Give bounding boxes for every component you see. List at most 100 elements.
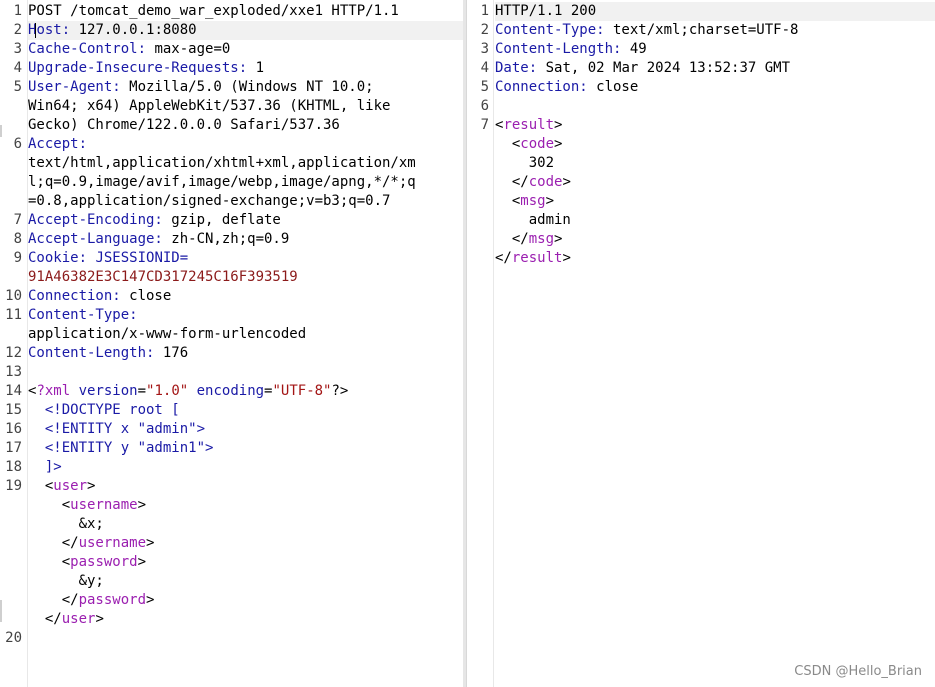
code-token: application/x-www-form-urlencoded xyxy=(28,326,307,342)
code-token: "1.0" xyxy=(146,383,189,399)
line-content[interactable]: Content-Type: text/xml;charset=UTF-8 xyxy=(492,21,935,40)
line-row: <!ENTITY x "admin"> xyxy=(28,420,463,439)
line-row: </user> xyxy=(28,610,463,629)
code-line[interactable]: 16 <!ENTITY x "admin"> xyxy=(0,420,463,439)
code-line[interactable]: 1 POST /tomcat_demo_war_exploded/xxe1 HTT… xyxy=(0,2,463,21)
line-number: 14 xyxy=(5,383,22,399)
line-row xyxy=(28,363,463,382)
line-content[interactable]: User-Agent: Mozilla/5.0 (Windows NT 10.0… xyxy=(25,78,463,135)
code-line[interactable]: 12 Content-Length: 176 xyxy=(0,344,463,363)
line-row: ]> xyxy=(28,458,463,477)
line-content[interactable]: Cache-Control: max-age=0 xyxy=(25,40,463,59)
code-token: </ xyxy=(495,174,529,190)
code-line[interactable]: 2 Host: 127.0.0.1:8080 xyxy=(0,21,463,40)
code-token: msg xyxy=(528,231,555,247)
code-line[interactable]: 9 Cookie: JSESSIONID= 91A46382E3C147CD3172… xyxy=(0,249,463,287)
line-content[interactable]: Upgrade-Insecure-Requests: 1 xyxy=(25,59,463,78)
line-content[interactable]: POST /tomcat_demo_war_exploded/xxe1 HTTP… xyxy=(25,2,463,21)
line-content[interactable]: Connection: close xyxy=(492,78,935,97)
code-token: zh-CN,zh;q=0.9 xyxy=(162,231,290,247)
code-token: ost: xyxy=(36,22,71,38)
line-row: <user> xyxy=(28,477,463,496)
line-content[interactable]: ]> xyxy=(25,458,463,477)
line-content[interactable]: <user> <username> &x; </username> <passw… xyxy=(25,477,463,629)
line-row: Accept-Language: zh-CN,zh;q=0.9 xyxy=(28,230,463,249)
line-content[interactable]: Accept-Encoding: gzip, deflate xyxy=(25,211,463,230)
code-line[interactable]: 8 Accept-Language: zh-CN,zh;q=0.9 xyxy=(0,230,463,249)
line-number: 6 xyxy=(13,136,22,152)
line-content[interactable]: Accept: text/html,application/xhtml+xml,a… xyxy=(25,135,463,211)
code-line[interactable]: 18 ]> xyxy=(0,458,463,477)
line-row: =0.8,application/signed-exchange;v=b3;q=… xyxy=(28,192,463,211)
line-number: 7 xyxy=(13,212,22,228)
code-line[interactable]: 4 Upgrade-Insecure-Requests: 1 xyxy=(0,59,463,78)
code-token: close xyxy=(120,288,172,304)
code-token: l;q=0.9,image/avif,image/webp,image/apng… xyxy=(28,174,416,190)
code-line[interactable]: 13 xyxy=(0,363,463,382)
code-line[interactable]: 11 Content-Type: application/x-www-form-ur… xyxy=(0,306,463,344)
code-token: > xyxy=(562,174,571,190)
code-line[interactable]: 17 <!ENTITY y "admin1"> xyxy=(0,439,463,458)
line-content[interactable]: Date: Sat, 02 Mar 2024 13:52:37 GMT xyxy=(492,59,935,78)
line-content[interactable] xyxy=(25,629,463,648)
line-content[interactable]: HTTP/1.1 200 xyxy=(492,2,935,21)
line-content[interactable]: <!ENTITY y "admin1"> xyxy=(25,439,463,458)
request-editor[interactable]: 1 POST /tomcat_demo_war_exploded/xxe1 HTT… xyxy=(0,0,463,687)
code-token: username xyxy=(78,535,147,551)
line-content[interactable]: Accept-Language: zh-CN,zh;q=0.9 xyxy=(25,230,463,249)
code-token: code xyxy=(528,174,563,190)
response-code-lines[interactable]: 1 HTTP/1.1 200 2 Content-Type: text/xml;cha… xyxy=(467,2,935,268)
line-content[interactable]: <?xml version="1.0" encoding="UTF-8"?> xyxy=(25,382,463,401)
line-row: <code> xyxy=(495,135,935,154)
line-content[interactable]: <result> <code> 302 </code> <msg> admin … xyxy=(492,116,935,268)
line-row: admin xyxy=(495,211,935,230)
line-content[interactable]: Content-Length: 49 xyxy=(492,40,935,59)
code-line[interactable]: 5 Connection: close xyxy=(467,78,935,97)
line-content[interactable]: <!DOCTYPE root [ xyxy=(25,401,463,420)
code-line[interactable]: 14 <?xml version="1.0" encoding="UTF-8"?> xyxy=(0,382,463,401)
line-content[interactable] xyxy=(25,363,463,382)
code-token: ]> xyxy=(28,459,62,475)
code-line[interactable]: 7 <result> <code> 302 </code> <msg> admin… xyxy=(467,116,935,268)
code-line[interactable]: 7 Accept-Encoding: gzip, deflate xyxy=(0,211,463,230)
line-row: Host: 127.0.0.1:8080 xyxy=(28,21,463,40)
line-content[interactable]: Cookie: JSESSIONID= 91A46382E3C147CD31724… xyxy=(25,249,463,287)
line-content[interactable] xyxy=(492,97,935,116)
line-content[interactable]: Connection: close xyxy=(25,287,463,306)
code-line[interactable]: 6 Accept: text/html,application/xhtml+xml,… xyxy=(0,135,463,211)
code-token: > xyxy=(554,136,563,152)
line-number: 4 xyxy=(13,60,22,76)
line-number: 13 xyxy=(5,364,22,380)
code-token: "UTF-8" xyxy=(272,383,332,399)
code-line[interactable]: 10 Connection: close xyxy=(0,287,463,306)
code-token: ?> xyxy=(331,383,349,399)
code-line[interactable]: 15 <!DOCTYPE root [ xyxy=(0,401,463,420)
line-row: <password> xyxy=(28,553,463,572)
code-token: password xyxy=(70,554,138,570)
line-number: 15 xyxy=(5,402,22,418)
code-line[interactable]: 19 <user> <username> &x; </username> <pa… xyxy=(0,477,463,629)
line-content[interactable]: Content-Type: application/x-www-form-urle… xyxy=(25,306,463,344)
code-line[interactable]: 5 User-Agent: Mozilla/5.0 (Windows NT 10.… xyxy=(0,78,463,135)
line-content[interactable]: Host: 127.0.0.1:8080 xyxy=(25,21,463,40)
line-number: 5 xyxy=(13,79,22,95)
line-number: 18 xyxy=(5,459,22,475)
line-content[interactable]: <!ENTITY x "admin"> xyxy=(25,420,463,439)
code-token: msg xyxy=(520,193,546,209)
code-line[interactable]: 6 xyxy=(467,97,935,116)
code-line[interactable]: 20 xyxy=(0,629,463,648)
request-code-lines[interactable]: 1 POST /tomcat_demo_war_exploded/xxe1 HTT… xyxy=(0,2,463,648)
code-line[interactable]: 2 Content-Type: text/xml;charset=UTF-8 xyxy=(467,21,935,40)
code-token: > xyxy=(554,231,563,247)
code-line[interactable]: 3 Cache-Control: max-age=0 xyxy=(0,40,463,59)
response-viewer[interactable]: 1 HTTP/1.1 200 2 Content-Type: text/xml;cha… xyxy=(466,0,935,687)
code-token: Sat, 02 Mar 2024 13:52:37 GMT xyxy=(537,60,791,76)
code-token: username xyxy=(70,497,138,513)
code-token: &x; xyxy=(28,516,104,532)
code-line[interactable]: 4 Date: Sat, 02 Mar 2024 13:52:37 GMT xyxy=(467,59,935,78)
line-content[interactable]: Content-Length: 176 xyxy=(25,344,463,363)
code-line[interactable]: 3 Content-Length: 49 xyxy=(467,40,935,59)
line-row: Content-Length: 49 xyxy=(495,40,935,59)
code-line[interactable]: 1 HTTP/1.1 200 xyxy=(467,2,935,21)
line-row: l;q=0.9,image/avif,image/webp,image/apng… xyxy=(28,173,463,192)
